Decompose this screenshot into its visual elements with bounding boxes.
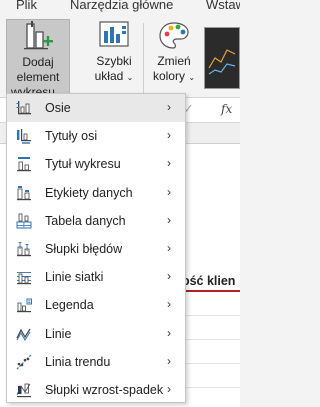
chart-title-icon	[17, 157, 31, 172]
quick-layout-button[interactable]: Szybki układ ⌄	[93, 19, 135, 97]
chevron-right-icon: ›	[167, 156, 171, 171]
menu-item-label: Linie	[45, 326, 72, 341]
tab-insert[interactable]: Wstaw	[206, 0, 240, 12]
menu-item-label: Legenda	[45, 298, 94, 313]
menu-item-label: Tytuł wykresu	[45, 157, 121, 172]
fx-icon[interactable]: fx	[221, 102, 232, 116]
menu-item-data-table[interactable]: Tabela danych ›	[7, 207, 185, 235]
add-chart-element-icon	[24, 21, 53, 50]
chevron-right-icon: ›	[167, 297, 171, 312]
menu-item-lines[interactable]: Linie ›	[7, 320, 185, 348]
error-bars-icon	[17, 241, 31, 257]
menu-item-axes[interactable]: Osie ›	[7, 94, 185, 123]
chevron-right-icon: ›	[167, 240, 171, 255]
chevron-right-icon: ›	[167, 100, 171, 114]
axes-icon	[16, 101, 31, 115]
axis-titles-icon	[17, 129, 31, 144]
add-chart-element-menu: Osie › Tytuły osi › Tytuł wykresu › Etyk…	[6, 93, 186, 403]
tab-file[interactable]: Plik	[16, 0, 37, 12]
chevron-right-icon: ›	[167, 353, 171, 368]
menu-item-error-bars[interactable]: Słupki błędów ›	[7, 235, 185, 263]
menu-item-label: Słupki wzrost-spadek	[45, 382, 164, 397]
menu-item-up-down-bars[interactable]: Słupki wzrost-spadek ›	[7, 376, 185, 404]
menu-item-legend[interactable]: Legenda ›	[7, 291, 185, 319]
data-labels-icon	[17, 185, 31, 200]
legend-icon	[17, 298, 32, 313]
menu-item-label: Osie	[45, 101, 71, 115]
ribbon: Dodaj element wykresu ⌄ Szybki układ ⌄ Z…	[0, 13, 240, 99]
ribbon-tab-strip: Plik Narzędzia główne Wstaw	[0, 0, 240, 13]
chevron-right-icon: ›	[167, 269, 171, 284]
chevron-right-icon: ›	[167, 212, 171, 227]
ribbon-separator	[143, 23, 144, 99]
menu-item-label: Tabela danych	[45, 213, 126, 228]
menu-item-label: Linie siatki	[45, 270, 104, 285]
menu-item-label: Słupki błędów	[45, 241, 123, 256]
chevron-right-icon: ›	[167, 128, 171, 143]
quick-layout-label-2: układ	[94, 69, 124, 83]
chevron-right-icon: ›	[167, 325, 171, 340]
menu-item-gridlines[interactable]: Linie siatki ›	[7, 263, 185, 291]
menu-item-data-labels[interactable]: Etykiety danych ›	[7, 179, 185, 207]
trendline-icon	[16, 354, 32, 370]
menu-item-chart-title[interactable]: Tytuł wykresu ›	[7, 150, 185, 178]
up-down-bars-icon	[16, 383, 31, 398]
palette-icon	[159, 22, 189, 49]
chart-style-thumbnail[interactable]	[204, 27, 240, 89]
chart-style-preview-icon	[208, 49, 236, 75]
data-table-icon	[16, 213, 32, 229]
menu-item-label: Linia trendu	[45, 354, 111, 369]
chevron-down-icon: ⌄	[126, 73, 134, 82]
change-colors-button[interactable]: Zmień kolory ⌄	[152, 19, 196, 97]
change-colors-label-2: kolory	[152, 69, 185, 83]
menu-item-label: Etykiety danych	[45, 185, 133, 200]
tab-home[interactable]: Narzędzia główne	[70, 0, 173, 12]
chevron-down-icon: ⌄	[188, 73, 196, 82]
quick-layout-icon	[99, 21, 129, 47]
add-chart-element-button[interactable]: Dodaj element wykresu ⌄	[6, 19, 70, 99]
chevron-right-icon: ›	[167, 184, 171, 199]
quick-layout-label-1: Szybki	[96, 54, 132, 68]
menu-item-axis-titles[interactable]: Tytuły osi ›	[7, 122, 185, 150]
lines-icon	[16, 328, 31, 341]
gridlines-icon	[17, 272, 31, 285]
menu-item-trendline[interactable]: Linia trendu ›	[7, 348, 185, 376]
add-chart-element-label-1: Dodaj element	[16, 55, 60, 84]
change-colors-label-1: Zmień	[157, 54, 191, 68]
menu-item-label: Tytuły osi	[45, 129, 98, 144]
chevron-right-icon: ›	[167, 381, 171, 396]
